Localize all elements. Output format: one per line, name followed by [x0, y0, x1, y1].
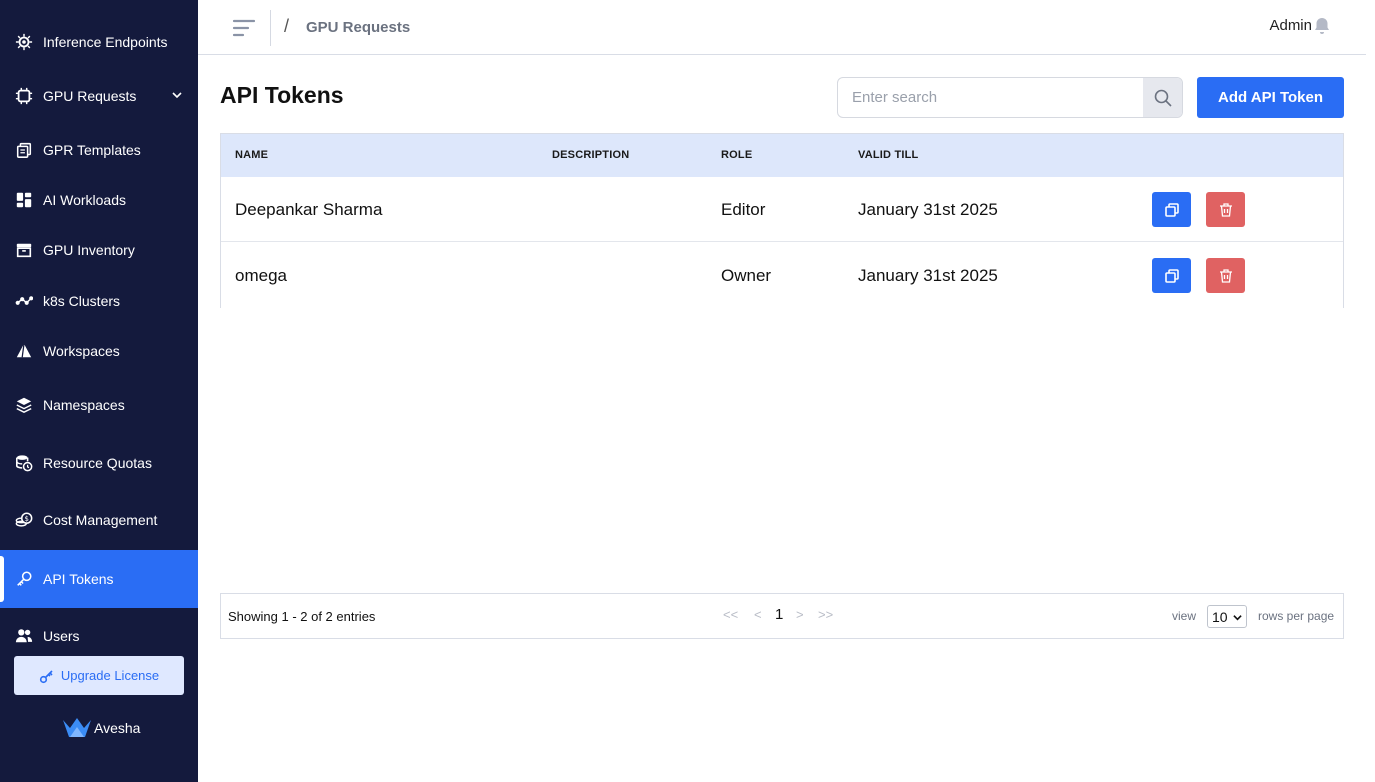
- table-header: NAME DESCRIPTION ROLE VALID TILL: [221, 134, 1343, 177]
- copy-token-button[interactable]: [1152, 258, 1191, 293]
- network-nodes-icon: [14, 291, 34, 311]
- view-label: view: [1172, 609, 1197, 623]
- brand-name: Avesha: [94, 720, 141, 736]
- search-icon: [1154, 89, 1172, 107]
- rows-per-page-select[interactable]: 10: [1207, 605, 1247, 628]
- user-name[interactable]: Admin: [1269, 17, 1312, 34]
- copy-icon: [1164, 202, 1179, 217]
- current-page[interactable]: 1: [775, 606, 783, 623]
- first-page-button[interactable]: <<: [723, 607, 738, 622]
- sidebar: Inference Endpoints GPU Requests GPR Tem…: [0, 0, 198, 782]
- upgrade-license-label: Upgrade License: [60, 668, 160, 683]
- sidebar-item-label: Resource Quotas: [43, 455, 152, 471]
- cell-name: omega: [235, 266, 287, 285]
- brand-logo: Avesha: [62, 716, 140, 740]
- sidebar-item-label: GPU Requests: [43, 88, 137, 104]
- key-icon: [39, 669, 53, 683]
- entries-summary: Showing 1 - 2 of 2 entries: [228, 609, 376, 624]
- cell-role: Owner: [721, 266, 772, 285]
- topbar-divider: [270, 10, 271, 46]
- sidebar-item-k8s-clusters[interactable]: k8s Clusters: [0, 281, 198, 321]
- sidebar-item-api-tokens[interactable]: API Tokens: [0, 550, 198, 608]
- cell-role: Editor: [721, 200, 766, 219]
- table-row: Deepankar Sharma Editor January 31st 202…: [221, 177, 1343, 242]
- search-input[interactable]: [838, 78, 1144, 117]
- sidebar-item-label: Workspaces: [43, 343, 120, 359]
- last-page-button[interactable]: >>: [818, 607, 833, 622]
- sidebar-item-users[interactable]: Users: [0, 616, 198, 656]
- chip-gear-icon: [14, 32, 34, 52]
- page-title: API Tokens: [220, 82, 344, 108]
- page-edge: [1366, 0, 1375, 782]
- sidebar-item-label: GPR Templates: [43, 142, 141, 158]
- copy-icon: [1164, 268, 1179, 283]
- search-box: [837, 77, 1183, 118]
- search-button[interactable]: [1143, 78, 1182, 117]
- topbar: / GPU Requests Admin: [198, 0, 1366, 55]
- sidebar-item-gpu-inventory[interactable]: GPU Inventory: [0, 230, 198, 270]
- sidebar-item-gpu-requests[interactable]: GPU Requests: [0, 76, 198, 116]
- sidebar-item-resource-quotas[interactable]: Resource Quotas: [0, 443, 198, 483]
- rows-per-page-label: rows per page: [1258, 609, 1335, 623]
- delete-token-button[interactable]: [1206, 258, 1245, 293]
- layers-icon: [14, 395, 34, 415]
- sidebar-item-label: GPU Inventory: [43, 242, 135, 258]
- key-icon: [14, 569, 34, 589]
- rows-per-page-value: 10: [1212, 608, 1228, 625]
- pagination-bar: Showing 1 - 2 of 2 entries << < 1 > >> v…: [220, 593, 1344, 639]
- coins-icon: $: [14, 510, 34, 530]
- column-header-role[interactable]: ROLE: [721, 149, 752, 161]
- upgrade-license-button[interactable]: Upgrade License: [14, 656, 184, 695]
- copy-stack-icon: [14, 140, 34, 160]
- pyramid-icon: [14, 341, 34, 361]
- sidebar-item-label: Cost Management: [43, 512, 158, 528]
- sidebar-item-cost-management[interactable]: $ Cost Management: [0, 500, 198, 540]
- delete-token-button[interactable]: [1206, 192, 1245, 227]
- bell-icon[interactable]: [1312, 16, 1332, 36]
- sidebar-item-label: k8s Clusters: [43, 293, 121, 309]
- next-page-button[interactable]: >: [796, 607, 804, 622]
- sidebar-item-inference-endpoints[interactable]: Inference Endpoints: [0, 22, 198, 62]
- menu-toggle-icon[interactable]: [232, 16, 256, 40]
- trash-icon: [1219, 202, 1232, 217]
- cpu-icon: [14, 86, 34, 106]
- database-clock-icon: [14, 453, 34, 473]
- column-header-valid-till[interactable]: VALID TILL: [858, 149, 918, 161]
- column-header-description[interactable]: DESCRIPTION: [552, 149, 629, 161]
- sidebar-item-label: AI Workloads: [43, 192, 126, 208]
- cell-valid-till: January 31st 2025: [858, 200, 998, 219]
- dashboard-icon: [14, 190, 34, 210]
- svg-text:$: $: [24, 514, 29, 523]
- sidebar-item-label: Inference Endpoints: [43, 34, 168, 50]
- sidebar-item-label: Users: [43, 628, 80, 644]
- add-api-token-button[interactable]: Add API Token: [1197, 77, 1344, 118]
- users-icon: [14, 626, 34, 646]
- sidebar-item-ai-workloads[interactable]: AI Workloads: [0, 180, 198, 220]
- breadcrumb[interactable]: GPU Requests: [306, 19, 410, 36]
- prev-page-button[interactable]: <: [754, 607, 762, 622]
- chevron-down-icon: [1233, 615, 1242, 621]
- table-row: omega Owner January 31st 2025: [221, 243, 1343, 308]
- cell-valid-till: January 31st 2025: [858, 266, 998, 285]
- sidebar-item-label: API Tokens: [43, 571, 114, 587]
- sidebar-item-workspaces[interactable]: Workspaces: [0, 331, 198, 371]
- api-tokens-table: NAME DESCRIPTION ROLE VALID TILL Deepank…: [220, 133, 1344, 308]
- breadcrumb-separator: /: [284, 16, 290, 36]
- sidebar-item-namespaces[interactable]: Namespaces: [0, 385, 198, 425]
- cell-name: Deepankar Sharma: [235, 200, 383, 219]
- sidebar-item-label: Namespaces: [43, 397, 125, 413]
- trash-icon: [1219, 268, 1232, 283]
- sidebar-item-gpr-templates[interactable]: GPR Templates: [0, 130, 198, 170]
- column-header-name[interactable]: NAME: [235, 149, 268, 161]
- avesha-logo-icon: [63, 718, 91, 737]
- copy-token-button[interactable]: [1152, 192, 1191, 227]
- chevron-down-icon[interactable]: [170, 88, 184, 102]
- archive-box-icon: [14, 240, 34, 260]
